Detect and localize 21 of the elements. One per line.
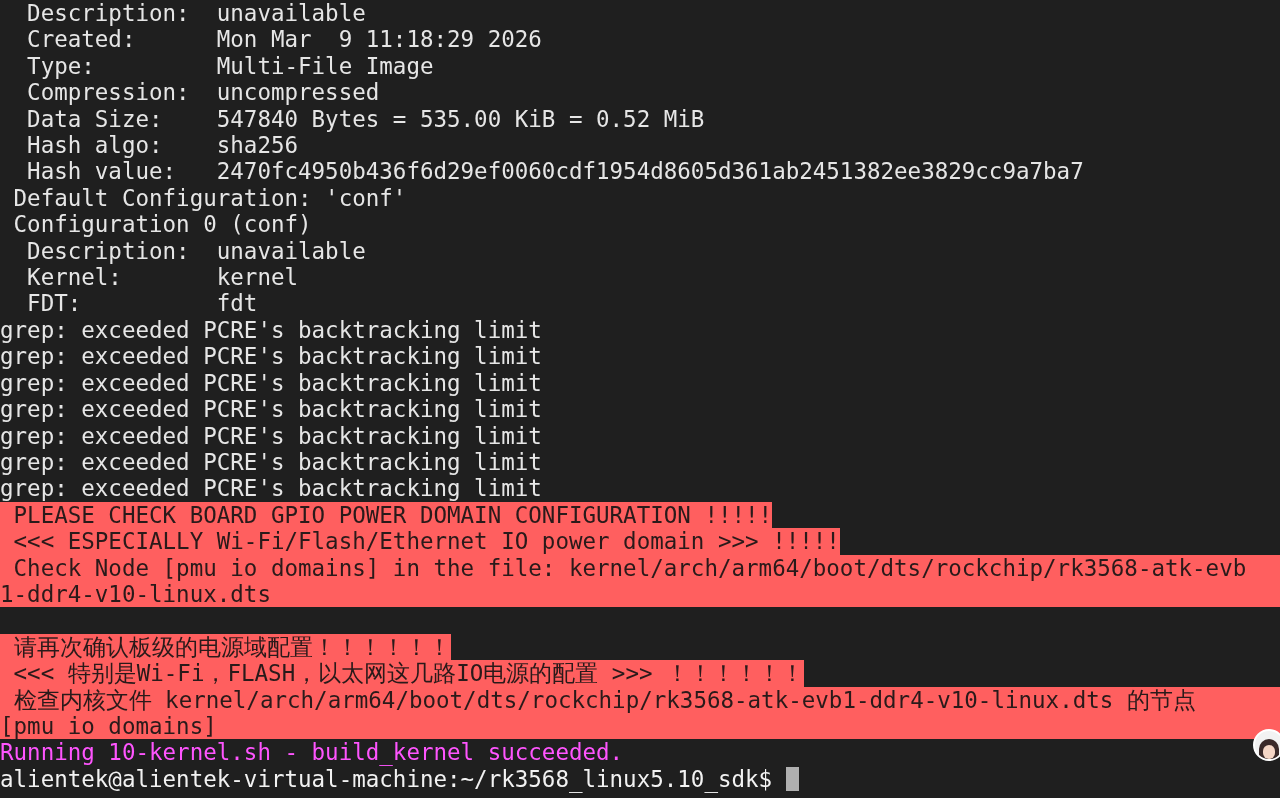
terminal-line: FDT: fdt [26,290,258,317]
terminal-line: Hash value: 2470fc4950b436f6d29ef0060cdf1954d8605d361ab2451382ee3829cc9a7ba7 [26,158,1084,185]
terminal-line: grep: exceeded PCRE's backtracking limit [0,369,542,397]
terminal-line: grep: exceeded PCRE's backtracking limit [0,343,542,370]
terminal-line: grep: exceeded PCRE's backtracking limit [0,475,542,502]
terminal-line: Type: Multi-File Image [26,52,434,80]
terminal-line: Data Size: 547840 Bytes = 535.00 KiB = 0.52 MiB [26,105,705,133]
terminal-line: Default Configuration: 'conf' [12,184,407,212]
terminal-line: Description: unavailable [26,0,366,27]
terminal-line: Created: Mon Mar 9 11:18:29 2026 [26,26,542,53]
terminal-line: grep: exceeded PCRE's backtracking limit [0,396,542,423]
terminal-line: grep: exceeded PCRE's backtracking limit [0,316,542,344]
terminal-line: Kernel: kernel [26,264,298,291]
success-line: Running 10-kernel.sh - build_kernel succeeded. [0,739,624,766]
shell-prompt: alientek@alientek-virtual-machine:~/rk3568_linux5.10_sdk$ [0,765,774,793]
terminal-line: grep: exceeded PCRE's backtracking limit [0,448,542,476]
terminal-line: Hash algo: sha256 [26,132,298,159]
terminal-line: Description: unavailable [26,237,366,265]
terminal-line: Compression: uncompressed [26,79,380,106]
terminal-line: Configuration 0 (conf) [12,211,312,238]
terminal-line: grep: exceeded PCRE's backtracking limit [0,422,542,449]
